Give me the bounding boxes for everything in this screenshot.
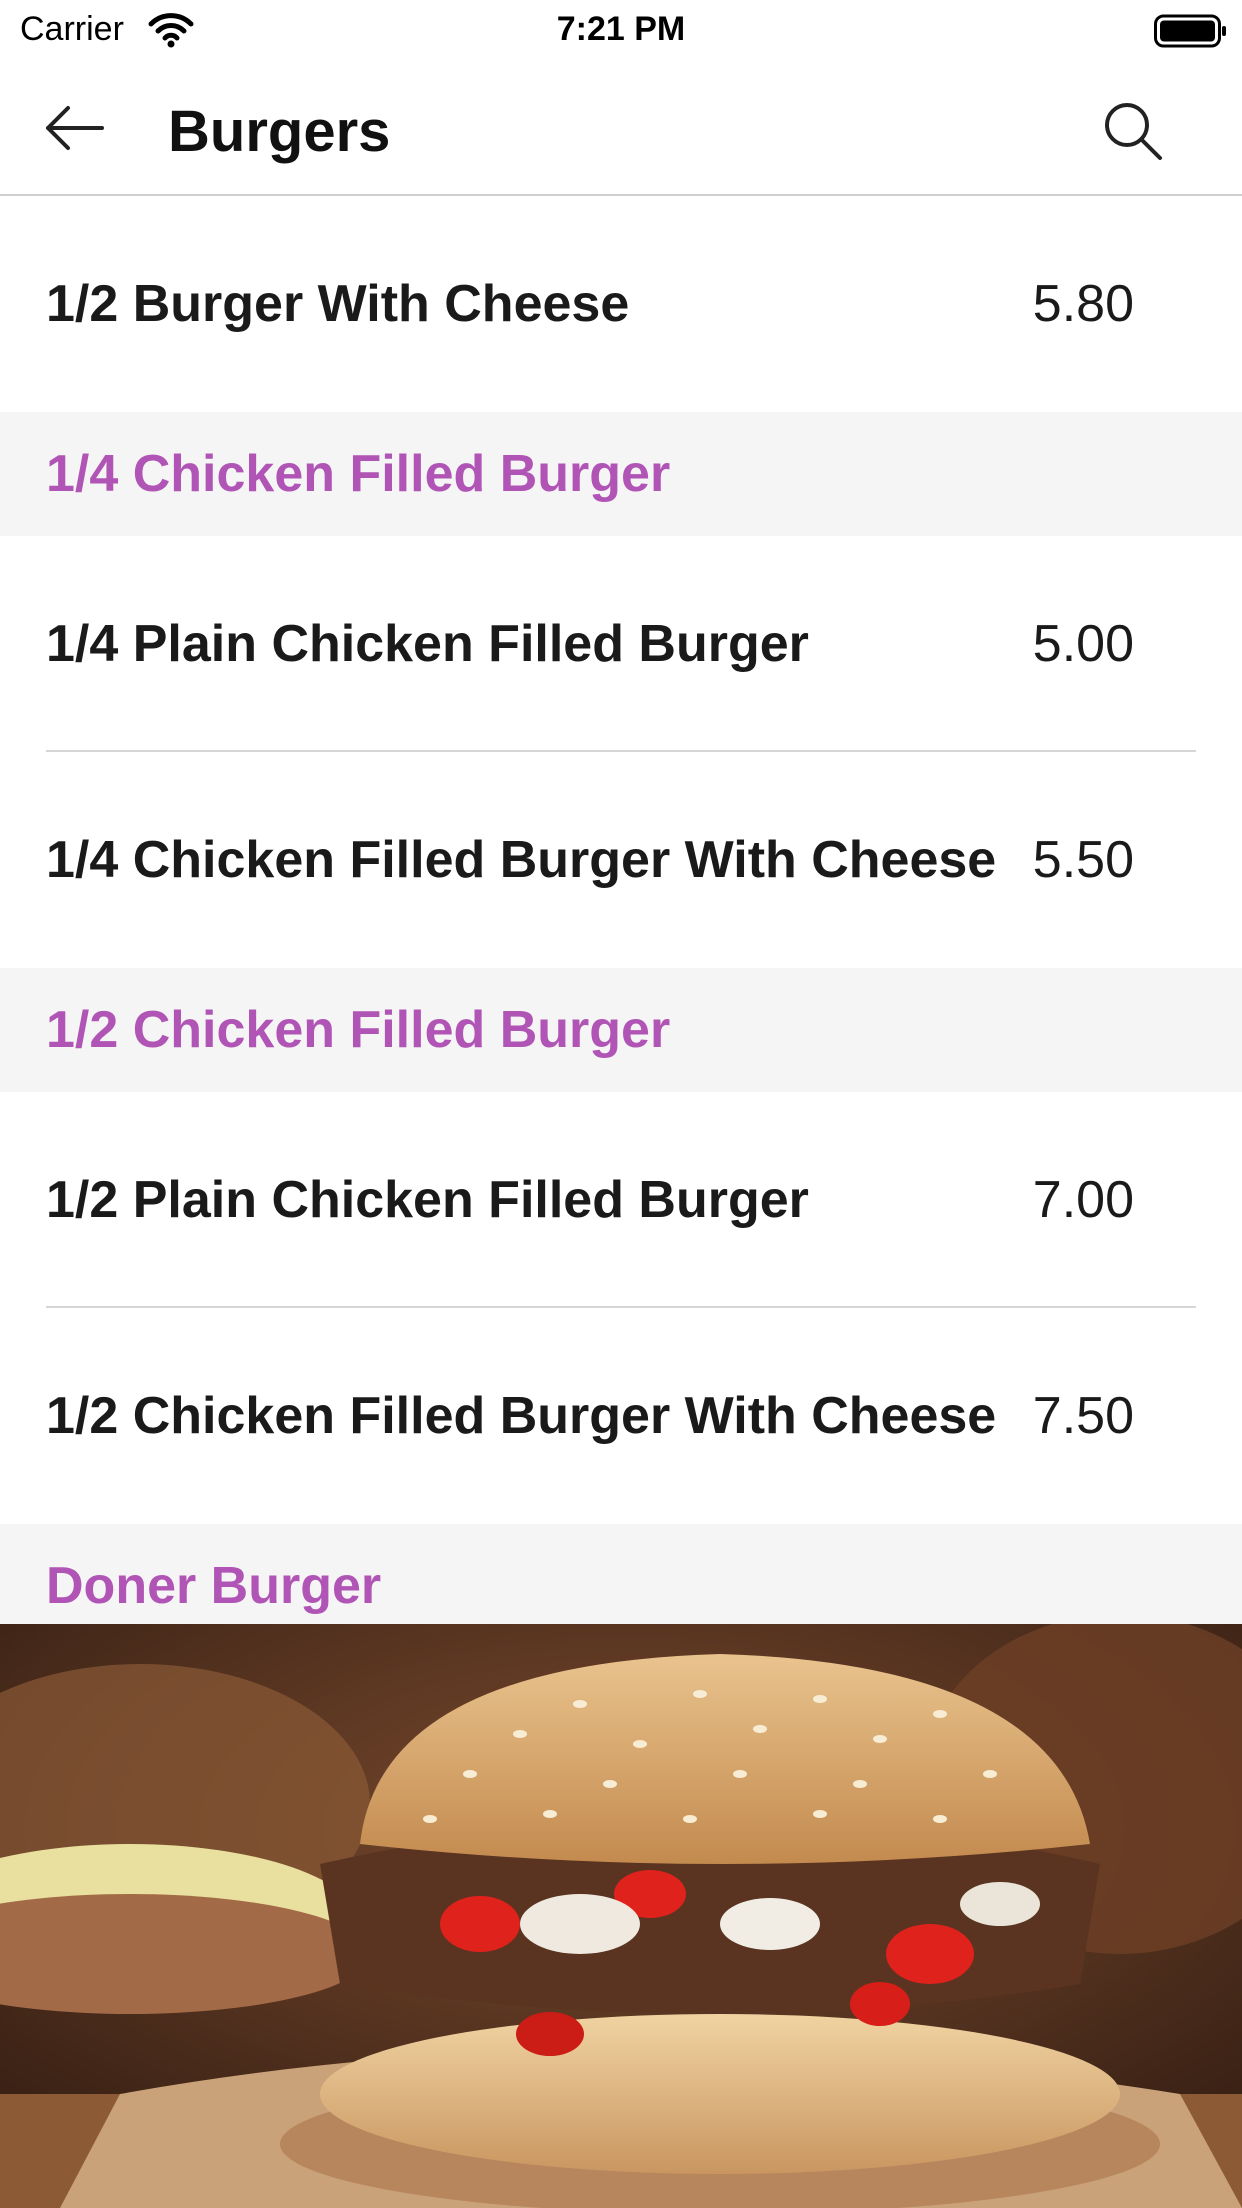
menu-item[interactable]: 1/4 Chicken Filled Burger With Cheese 5.… — [0, 752, 1242, 968]
menu-item[interactable]: 1/2 Chicken Filled Burger With Cheese 7.… — [0, 1308, 1242, 1524]
status-time: 7:21 PM — [556, 10, 686, 48]
menu-item-price: 5.80 — [1032, 275, 1134, 333]
menu-item[interactable]: 1/4 Plain Chicken Filled Burger 5.00 — [0, 536, 1242, 752]
status-bar: Carrier 7:21 PM — [0, 0, 1242, 62]
menu-item-price: 5.00 — [1032, 615, 1134, 673]
battery-icon — [1154, 14, 1226, 48]
back-arrow-icon[interactable] — [40, 98, 110, 158]
menu-item[interactable]: 1/2 Burger With Cheese 5.80 — [0, 196, 1242, 412]
menu-item-name: 1/2 Burger With Cheese — [46, 275, 630, 333]
menu-item[interactable]: 1/2 Plain Chicken Filled Burger 7.00 — [0, 1092, 1242, 1308]
section-title: 1/2 Chicken Filled Burger — [46, 1001, 671, 1059]
menu-item-price: 5.50 — [1032, 831, 1134, 889]
menu-item-name: 1/4 Chicken Filled Burger With Cheese — [46, 831, 997, 889]
menu-item-name: 1/2 Plain Chicken Filled Burger — [46, 1171, 809, 1229]
doner-burger-image — [0, 1624, 1242, 2208]
nav-bar: Burgers — [0, 62, 1242, 196]
menu-item-price: 7.50 — [1032, 1387, 1134, 1445]
menu-list: 1/2 Burger With Cheese 5.80 1/4 Chicken … — [0, 196, 1242, 1648]
search-icon[interactable] — [1100, 98, 1166, 164]
page-title: Burgers — [168, 99, 391, 164]
section-header: 1/2 Chicken Filled Burger — [0, 968, 1242, 1092]
menu-item-name: 1/2 Chicken Filled Burger With Cheese — [46, 1387, 997, 1445]
menu-item-name: 1/4 Plain Chicken Filled Burger — [46, 615, 809, 673]
section-header: 1/4 Chicken Filled Burger — [0, 412, 1242, 536]
menu-item-price: 7.00 — [1032, 1171, 1134, 1229]
section-title: 1/4 Chicken Filled Burger — [46, 445, 671, 503]
